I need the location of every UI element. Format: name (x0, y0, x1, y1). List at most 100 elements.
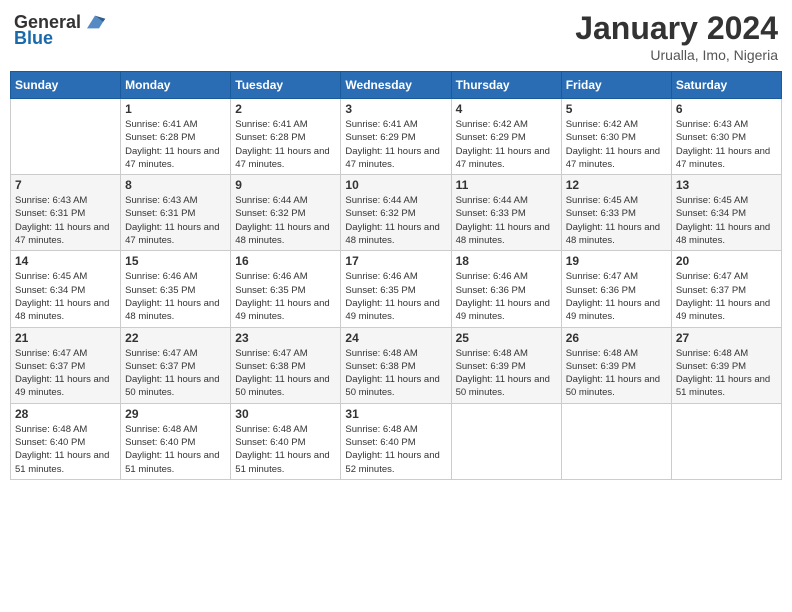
weekday-header-friday: Friday (561, 72, 671, 99)
day-info: Sunrise: 6:43 AMSunset: 6:31 PMDaylight:… (15, 194, 116, 247)
day-info: Sunrise: 6:44 AMSunset: 6:32 PMDaylight:… (235, 194, 336, 247)
day-info: Sunrise: 6:44 AMSunset: 6:33 PMDaylight:… (456, 194, 557, 247)
calendar-cell (561, 403, 671, 479)
calendar-cell: 23 Sunrise: 6:47 AMSunset: 6:38 PMDayligh… (231, 327, 341, 403)
day-info: Sunrise: 6:45 AMSunset: 6:33 PMDaylight:… (566, 194, 667, 247)
calendar-cell: 5Sunrise: 6:42 AMSunset: 6:30 PMDaylight… (561, 99, 671, 175)
day-info: Sunrise: 6:48 AMSunset: 6:39 PMDaylight:… (456, 347, 557, 400)
day-info: Sunrise: 6:45 AMSunset: 6:34 PMDaylight:… (676, 194, 777, 247)
day-info: Sunrise: 6:48 AMSunset: 6:40 PMDaylight:… (235, 423, 336, 476)
day-number: 7 (15, 178, 116, 192)
calendar-week-row: 7 Sunrise: 6:43 AMSunset: 6:31 PMDaylight… (11, 175, 782, 251)
day-number: 21 (15, 331, 116, 345)
day-number: 19 (566, 254, 667, 268)
day-info: Sunrise: 6:47 AMSunset: 6:36 PMDaylight:… (566, 270, 667, 323)
calendar-cell (11, 99, 121, 175)
day-info: Sunrise: 6:47 AMSunset: 6:37 PMDaylight:… (676, 270, 777, 323)
location-title: Urualla, Imo, Nigeria (575, 47, 778, 63)
day-number: 13 (676, 178, 777, 192)
calendar-cell: 26 Sunrise: 6:48 AMSunset: 6:39 PMDayligh… (561, 327, 671, 403)
calendar-cell: 17 Sunrise: 6:46 AMSunset: 6:35 PMDayligh… (341, 251, 451, 327)
day-info: Sunrise: 6:44 AMSunset: 6:32 PMDaylight:… (345, 194, 446, 247)
calendar-cell: 6Sunrise: 6:43 AMSunset: 6:30 PMDaylight… (671, 99, 781, 175)
day-number: 11 (456, 178, 557, 192)
day-info: Sunrise: 6:48 AMSunset: 6:39 PMDaylight:… (566, 347, 667, 400)
day-number: 4 (456, 102, 557, 116)
day-number: 12 (566, 178, 667, 192)
day-number: 17 (345, 254, 446, 268)
title-section: January 2024 Urualla, Imo, Nigeria (575, 10, 778, 63)
day-number: 16 (235, 254, 336, 268)
day-info: Sunrise: 6:42 AMSunset: 6:29 PMDaylight:… (456, 118, 557, 171)
page-header: General Blue January 2024 Urualla, Imo, … (10, 10, 782, 63)
calendar-week-row: 14Sunrise: 6:45 AMSunset: 6:34 PMDayligh… (11, 251, 782, 327)
weekday-header-tuesday: Tuesday (231, 72, 341, 99)
day-number: 28 (15, 407, 116, 421)
day-info: Sunrise: 6:47 AMSunset: 6:37 PMDaylight:… (15, 347, 116, 400)
day-number: 2 (235, 102, 336, 116)
calendar-cell: 12 Sunrise: 6:45 AMSunset: 6:33 PMDayligh… (561, 175, 671, 251)
calendar-cell: 14Sunrise: 6:45 AMSunset: 6:34 PMDayligh… (11, 251, 121, 327)
day-info: Sunrise: 6:41 AMSunset: 6:28 PMDaylight:… (235, 118, 336, 171)
month-title: January 2024 (575, 10, 778, 47)
day-number: 5 (566, 102, 667, 116)
weekday-header-wednesday: Wednesday (341, 72, 451, 99)
calendar-cell: 25 Sunrise: 6:48 AMSunset: 6:39 PMDayligh… (451, 327, 561, 403)
day-number: 22 (125, 331, 226, 345)
day-info: Sunrise: 6:46 AMSunset: 6:35 PMDaylight:… (345, 270, 446, 323)
day-info: Sunrise: 6:41 AMSunset: 6:28 PMDaylight:… (125, 118, 226, 171)
calendar-cell: 4 Sunrise: 6:42 AMSunset: 6:29 PMDaylight… (451, 99, 561, 175)
calendar-table: SundayMondayTuesdayWednesdayThursdayFrid… (10, 71, 782, 480)
day-number: 10 (345, 178, 446, 192)
day-info: Sunrise: 6:47 AMSunset: 6:38 PMDaylight:… (235, 347, 336, 400)
weekday-header-saturday: Saturday (671, 72, 781, 99)
day-number: 27 (676, 331, 777, 345)
day-info: Sunrise: 6:47 AMSunset: 6:37 PMDaylight:… (125, 347, 226, 400)
weekday-header-thursday: Thursday (451, 72, 561, 99)
day-number: 31 (345, 407, 446, 421)
calendar-cell: 22 Sunrise: 6:47 AMSunset: 6:37 PMDayligh… (121, 327, 231, 403)
day-number: 1 (125, 102, 226, 116)
day-info: Sunrise: 6:46 AMSunset: 6:35 PMDaylight:… (125, 270, 226, 323)
day-number: 3 (345, 102, 446, 116)
calendar-cell: 24Sunrise: 6:48 AMSunset: 6:38 PMDayligh… (341, 327, 451, 403)
day-number: 18 (456, 254, 557, 268)
calendar-cell: 28 Sunrise: 6:48 AMSunset: 6:40 PMDayligh… (11, 403, 121, 479)
day-number: 30 (235, 407, 336, 421)
day-info: Sunrise: 6:46 AMSunset: 6:35 PMDaylight:… (235, 270, 336, 323)
day-number: 6 (676, 102, 777, 116)
calendar-header-row: SundayMondayTuesdayWednesdayThursdayFrid… (11, 72, 782, 99)
day-number: 25 (456, 331, 557, 345)
calendar-cell: 11 Sunrise: 6:44 AMSunset: 6:33 PMDayligh… (451, 175, 561, 251)
day-number: 24 (345, 331, 446, 345)
logo-blue: Blue (14, 28, 53, 49)
day-info: Sunrise: 6:48 AMSunset: 6:40 PMDaylight:… (15, 423, 116, 476)
calendar-cell: 7 Sunrise: 6:43 AMSunset: 6:31 PMDaylight… (11, 175, 121, 251)
calendar-cell: 19 Sunrise: 6:47 AMSunset: 6:36 PMDayligh… (561, 251, 671, 327)
day-info: Sunrise: 6:41 AMSunset: 6:29 PMDaylight:… (345, 118, 446, 171)
calendar-cell: 20Sunrise: 6:47 AMSunset: 6:37 PMDayligh… (671, 251, 781, 327)
calendar-cell: 3 Sunrise: 6:41 AMSunset: 6:29 PMDaylight… (341, 99, 451, 175)
day-info: Sunrise: 6:43 AMSunset: 6:31 PMDaylight:… (125, 194, 226, 247)
day-number: 23 (235, 331, 336, 345)
calendar-week-row: 1 Sunrise: 6:41 AMSunset: 6:28 PMDaylight… (11, 99, 782, 175)
day-info: Sunrise: 6:45 AMSunset: 6:34 PMDaylight:… (15, 270, 116, 323)
logo-icon (83, 10, 107, 34)
calendar-week-row: 21 Sunrise: 6:47 AMSunset: 6:37 PMDayligh… (11, 327, 782, 403)
weekday-header-sunday: Sunday (11, 72, 121, 99)
day-number: 26 (566, 331, 667, 345)
calendar-cell: 10 Sunrise: 6:44 AMSunset: 6:32 PMDayligh… (341, 175, 451, 251)
day-number: 8 (125, 178, 226, 192)
calendar-cell: 2 Sunrise: 6:41 AMSunset: 6:28 PMDaylight… (231, 99, 341, 175)
day-number: 15 (125, 254, 226, 268)
calendar-cell: 9Sunrise: 6:44 AMSunset: 6:32 PMDaylight… (231, 175, 341, 251)
weekday-header-monday: Monday (121, 72, 231, 99)
calendar-cell: 31 Sunrise: 6:48 AMSunset: 6:40 PMDayligh… (341, 403, 451, 479)
day-info: Sunrise: 6:48 AMSunset: 6:40 PMDaylight:… (345, 423, 446, 476)
day-info: Sunrise: 6:48 AMSunset: 6:40 PMDaylight:… (125, 423, 226, 476)
calendar-cell: 15 Sunrise: 6:46 AMSunset: 6:35 PMDayligh… (121, 251, 231, 327)
calendar-cell: 16 Sunrise: 6:46 AMSunset: 6:35 PMDayligh… (231, 251, 341, 327)
calendar-cell: 29Sunrise: 6:48 AMSunset: 6:40 PMDayligh… (121, 403, 231, 479)
calendar-cell: 13 Sunrise: 6:45 AMSunset: 6:34 PMDayligh… (671, 175, 781, 251)
calendar-cell (451, 403, 561, 479)
